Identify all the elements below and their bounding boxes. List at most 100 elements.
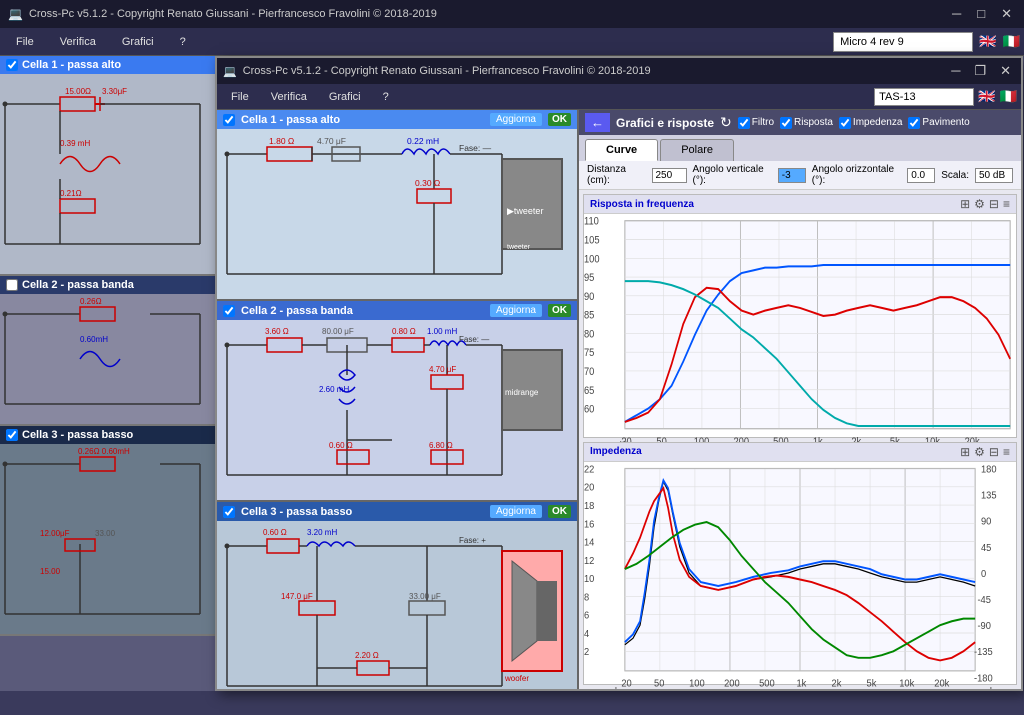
main-search-input[interactable] xyxy=(874,88,974,106)
refresh-icon[interactable]: ↻ xyxy=(720,114,732,131)
bg-menu-file[interactable]: File xyxy=(4,33,46,51)
svg-text:10k: 10k xyxy=(899,678,914,689)
svg-text:147.0 μF: 147.0 μF xyxy=(281,592,313,601)
freq-chart-container: Risposta in frequenza ⊞ ⚙ ⊟ ≡ xyxy=(583,194,1017,438)
cell-3-header: Cella 3 - passa basso Aggiorna OK xyxy=(217,502,577,521)
risposta-checkbox[interactable] xyxy=(780,117,792,129)
imp-menu-icon[interactable]: ≡ xyxy=(1003,445,1010,459)
svg-text:▶tweeter: ▶tweeter xyxy=(507,206,543,216)
bg-minimize-btn[interactable]: ─ xyxy=(948,6,965,22)
svg-text:4.70 μF: 4.70 μF xyxy=(429,365,456,374)
cell-2-circuit-svg: 3.60 Ω 80.00 μF 0.80 Ω xyxy=(217,320,572,500)
cell-card-2: Cella 2 - passa banda Aggiorna OK 3.60 Ω xyxy=(217,301,577,502)
svg-text:2.60 mH: 2.60 mH xyxy=(319,385,349,394)
svg-text:50: 50 xyxy=(654,678,665,689)
main-minimize-btn[interactable]: ─ xyxy=(947,63,964,79)
svg-text:22: 22 xyxy=(584,464,594,476)
main-restore-btn[interactable]: ❐ xyxy=(970,63,990,79)
freq-chart-title: Risposta in frequenza xyxy=(590,199,694,210)
main-menu-grafici[interactable]: Grafici xyxy=(319,89,371,105)
cell-2-diagram: 3.60 Ω 80.00 μF 0.80 Ω xyxy=(217,320,577,500)
svg-text:65: 65 xyxy=(584,385,595,397)
svg-text:Fase: —: Fase: — xyxy=(459,335,489,344)
svg-text:500: 500 xyxy=(759,678,775,689)
scala-input[interactable] xyxy=(975,168,1013,183)
main-menu-file[interactable]: File xyxy=(221,89,259,105)
bg-title-bar: 💻 Cross-Pc v5.1.2 - Copyright Renato Giu… xyxy=(0,0,1024,28)
sidebar-cell-1-checkbox[interactable] xyxy=(6,59,18,71)
filtro-checkbox[interactable] xyxy=(738,117,750,129)
svg-text:1.80 Ω: 1.80 Ω xyxy=(269,136,294,146)
sidebar-cell-3-checkbox[interactable] xyxy=(6,429,18,441)
main-app-icon: 💻 xyxy=(223,65,237,78)
cell-1-title: Cella 1 - passa alto xyxy=(241,114,340,126)
risposta-label: Risposta xyxy=(794,117,833,128)
angolo-h-input[interactable] xyxy=(907,168,935,183)
sidebar-cell-2-checkbox[interactable] xyxy=(6,279,18,291)
bg-menu-verifica[interactable]: Verifica xyxy=(48,33,108,51)
svg-text:80.00 μF: 80.00 μF xyxy=(322,327,354,336)
svg-text:0.30 Ω: 0.30 Ω xyxy=(415,178,440,188)
cell-3-title: Cella 3 - passa basso xyxy=(241,506,352,518)
freq-settings-icon[interactable]: ⚙ xyxy=(974,197,985,211)
main-menu-question[interactable]: ? xyxy=(373,89,399,105)
distanza-input[interactable] xyxy=(652,168,687,183)
imp-expand-icon[interactable]: ⊞ xyxy=(960,445,970,459)
bg-menu-bar: File Verifica Grafici ? 🇬🇧 🇮🇹 xyxy=(0,28,1024,56)
imp-settings-icon[interactable]: ⚙ xyxy=(974,445,985,459)
cell-3-update-btn[interactable]: Aggiorna xyxy=(490,505,542,518)
bg-maximize-btn[interactable]: □ xyxy=(973,6,989,22)
svg-text:0.60 Ω: 0.60 Ω xyxy=(263,528,287,537)
cell-2-update-btn[interactable]: Aggiorna xyxy=(490,304,542,317)
impedenza-checkbox[interactable] xyxy=(839,117,851,129)
bg-search-input[interactable] xyxy=(833,32,973,52)
tab-polare[interactable]: Polare xyxy=(660,139,734,161)
cell-3-checkbox[interactable] xyxy=(223,506,235,518)
svg-text:80: 80 xyxy=(584,329,595,341)
main-close-btn[interactable]: ✕ xyxy=(996,63,1015,79)
main-flag-it[interactable]: 🇮🇹 xyxy=(1000,88,1017,105)
svg-text:100: 100 xyxy=(584,254,600,266)
svg-text:0: 0 xyxy=(981,568,987,580)
sidebar-circuit-3: 0.26Ω 0.60mH 12.00μF 33.00 15.00 xyxy=(0,444,210,634)
cell-1-update-btn[interactable]: Aggiorna xyxy=(490,113,542,126)
svg-text:100: 100 xyxy=(689,678,705,689)
cell-1-ok: OK xyxy=(548,113,571,126)
svg-text:0.80 Ω: 0.80 Ω xyxy=(392,327,416,336)
imp-table-icon[interactable]: ⊟ xyxy=(989,445,999,459)
cell-1-speaker-label: tweeter xyxy=(507,244,531,251)
main-menu-verifica[interactable]: Verifica xyxy=(261,89,317,105)
freq-expand-icon[interactable]: ⊞ xyxy=(960,197,970,211)
svg-text:0.22 mH: 0.22 mH xyxy=(407,136,439,146)
sidebar-cell-1: Cella 1 - passa alto 15.00Ω 3.30μF xyxy=(0,56,220,276)
cell-1-header: Cella 1 - passa alto Aggiorna OK xyxy=(217,110,577,129)
angolo-v-input[interactable] xyxy=(778,168,806,183)
cell-1-checkbox[interactable] xyxy=(223,114,235,126)
svg-text:16: 16 xyxy=(584,518,595,530)
bg-close-btn[interactable]: ✕ xyxy=(997,6,1016,22)
main-title-bar: 💻 Cross-Pc v5.1.2 - Copyright Renato Giu… xyxy=(217,58,1021,84)
bg-search-area: 🇬🇧 🇮🇹 xyxy=(833,32,1020,52)
back-button[interactable]: ← xyxy=(585,113,610,132)
sidebar-cell-3-header: Cella 3 - passa basso xyxy=(0,426,220,444)
pavimento-checkbox-group: Pavimento xyxy=(908,117,969,129)
svg-text:90: 90 xyxy=(981,516,992,528)
cell-2-header: Cella 2 - passa banda Aggiorna OK xyxy=(217,301,577,320)
freq-menu-icon[interactable]: ≡ xyxy=(1003,197,1010,211)
cell-2-checkbox[interactable] xyxy=(223,305,235,317)
pavimento-checkbox[interactable] xyxy=(908,117,920,129)
bg-flag-it[interactable]: 🇮🇹 xyxy=(1003,33,1020,50)
filtro-label: Filtro xyxy=(752,117,774,128)
bg-menu-question[interactable]: ? xyxy=(168,33,198,51)
svg-text:2.20 Ω: 2.20 Ω xyxy=(355,651,379,660)
imp-chart-container: Impedenza ⊞ ⚙ ⊟ ≡ xyxy=(583,442,1017,686)
svg-text:95: 95 xyxy=(584,273,595,285)
freq-table-icon[interactable]: ⊟ xyxy=(989,197,999,211)
main-flag-uk[interactable]: 🇬🇧 xyxy=(978,88,995,105)
svg-text:15.00Ω: 15.00Ω xyxy=(65,87,91,96)
bg-flag-uk[interactable]: 🇬🇧 xyxy=(979,33,996,50)
imp-chart-title-bar: Impedenza ⊞ ⚙ ⊟ ≡ xyxy=(584,443,1016,462)
bg-menu-grafici[interactable]: Grafici xyxy=(110,33,166,51)
cell-3-diagram: 0.60 Ω 3.20 mH 147.0 μF xyxy=(217,521,577,689)
tab-curve[interactable]: Curve xyxy=(585,139,658,161)
